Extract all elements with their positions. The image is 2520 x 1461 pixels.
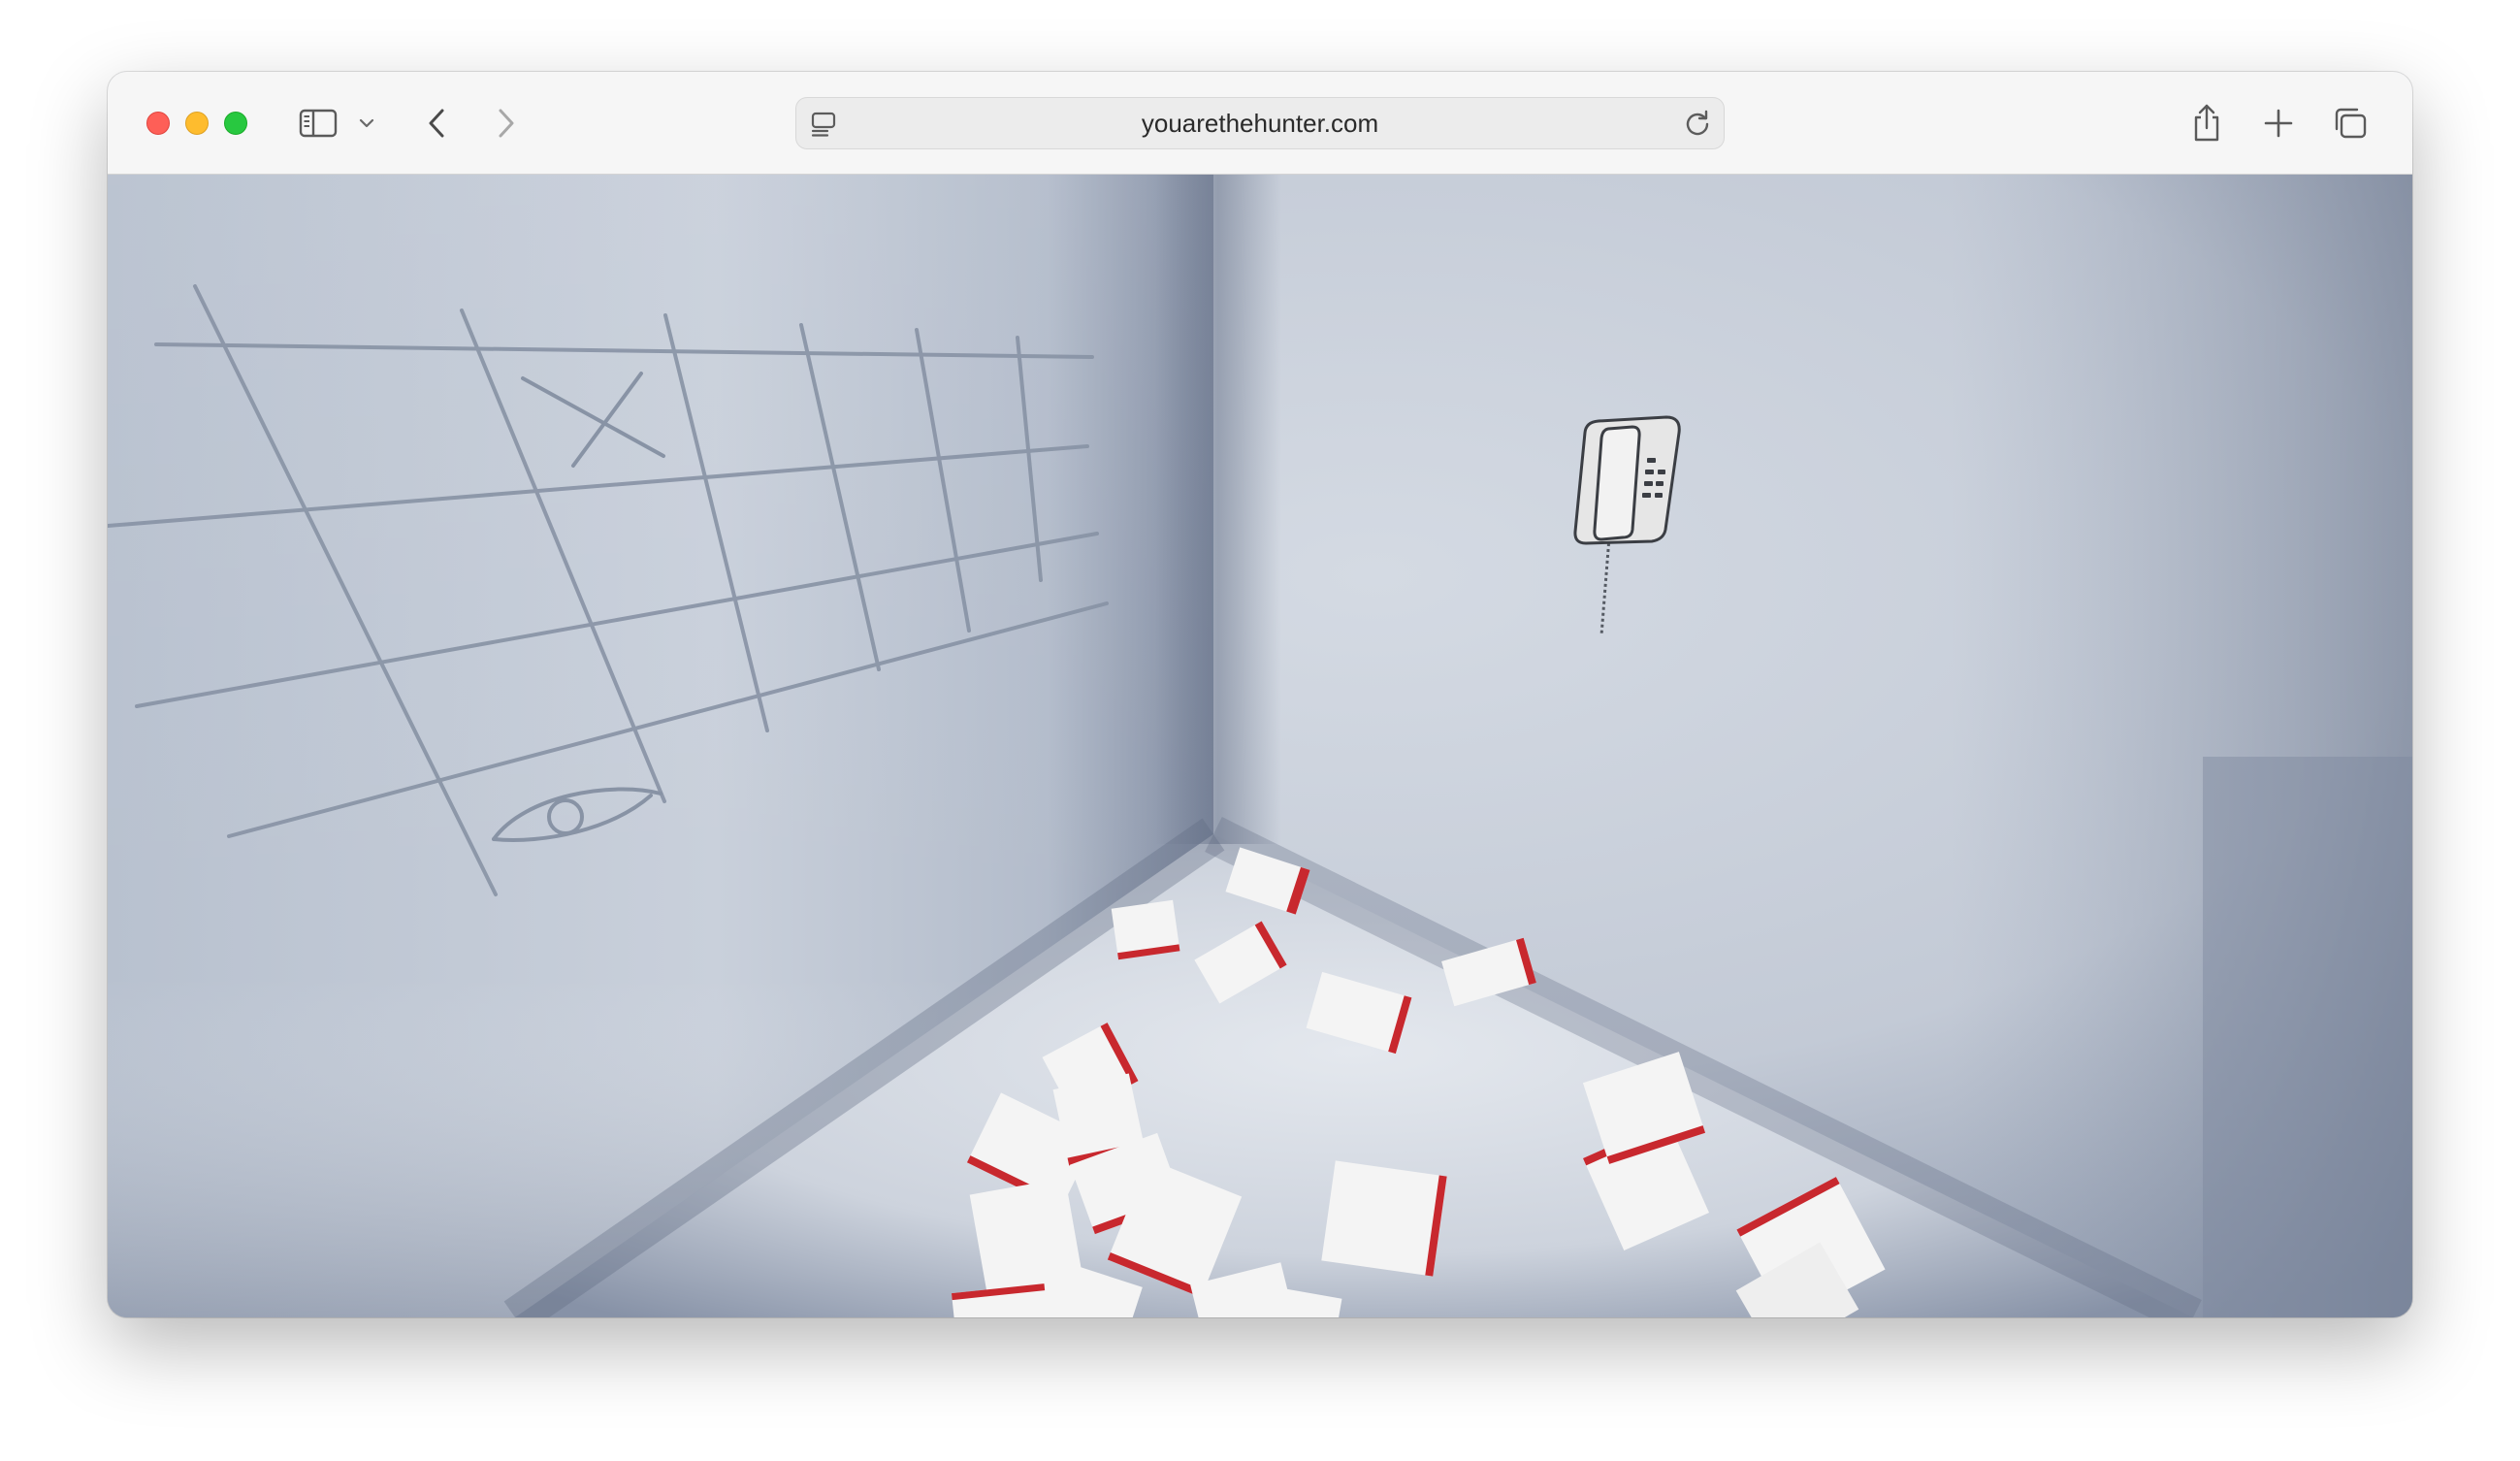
browser-window: youarethehunter.com [108, 72, 2412, 1317]
tab-overview-icon [2335, 108, 2367, 139]
tab-overview-button[interactable] [2329, 99, 2372, 147]
close-window-icon[interactable] [146, 112, 170, 135]
address-bar[interactable]: youarethehunter.com [795, 97, 1725, 149]
reload-icon[interactable] [1683, 109, 1712, 138]
url-text[interactable]: youarethehunter.com [796, 98, 1724, 148]
share-icon [2194, 104, 2219, 142]
share-button[interactable] [2185, 99, 2228, 147]
browser-toolbar: youarethehunter.com [108, 72, 2412, 175]
back-button[interactable] [418, 99, 457, 147]
minimize-window-icon[interactable] [185, 112, 209, 135]
sidebar-toggle-button[interactable] [294, 99, 342, 147]
back-arrow-icon [429, 109, 444, 138]
plus-icon [2264, 109, 2293, 138]
3d-room-scene[interactable] [108, 175, 2412, 1317]
sidebar-icon [299, 109, 338, 138]
forward-button[interactable] [486, 99, 525, 147]
web-content[interactable] [108, 175, 2412, 1317]
new-tab-button[interactable] [2257, 99, 2300, 147]
chevron-down-icon [359, 118, 374, 128]
forward-arrow-icon [499, 109, 514, 138]
paper [1321, 1160, 1447, 1277]
zoom-window-icon[interactable] [224, 112, 247, 135]
sidebar-menu-button[interactable] [354, 99, 379, 147]
paper [1111, 899, 1180, 960]
